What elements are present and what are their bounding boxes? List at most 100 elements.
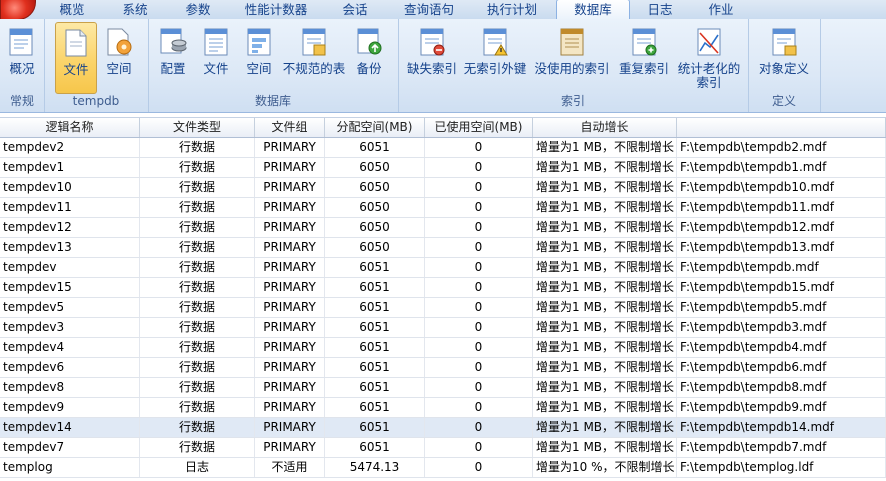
tempdb-files-grid[interactable]: 逻辑名称 文件类型 文件组 分配空间(MB) 已使用空间(MB) 自动增长 te… [0, 117, 886, 478]
cell-filegroup: PRIMARY [255, 198, 325, 217]
column-header-autogrowth[interactable]: 自动增长 [533, 118, 677, 137]
cell-used-mb: 0 [425, 318, 533, 337]
ribbon-tab-strip: 概览 系统 参数 性能计数器 会话 查询语句 执行计划 数据库 日志 作业 [0, 0, 886, 20]
table-row[interactable]: tempdev9 行数据 PRIMARY 6051 0 增量为1 MB，不限制增长 F:\t… [0, 398, 886, 418]
tempdb-space-label: 空间 [106, 61, 132, 76]
column-header-file-type[interactable]: 文件类型 [140, 118, 255, 137]
column-header-used[interactable]: 已使用空间(MB) [425, 118, 533, 137]
cell-autogrowth: 增量为1 MB，不限制增长 [533, 178, 677, 197]
missing-index-icon [420, 28, 445, 56]
cell-filegroup: PRIMARY [255, 158, 325, 177]
cell-filegroup: PRIMARY [255, 298, 325, 317]
cell-file-type: 行数据 [140, 238, 255, 257]
table-row[interactable]: tempdev11 行数据 PRIMARY 6050 0 增量为1 MB，不限制增长 F:\… [0, 198, 886, 218]
column-header-path[interactable] [677, 118, 886, 137]
table-row[interactable]: tempdev14 行数据 PRIMARY 6051 0 增量为1 MB，不限制增长 F:\… [0, 418, 886, 438]
unused-index-button[interactable]: 没使用的索引 [532, 22, 612, 92]
cell-allocated-mb: 6050 [325, 218, 425, 237]
unindexed-fk-label: 无索引外键 [463, 61, 527, 76]
cell-used-mb: 0 [425, 178, 533, 197]
column-header-filegroup[interactable]: 文件组 [255, 118, 325, 137]
db-space-button[interactable]: 空间 [238, 22, 280, 92]
cell-allocated-mb: 6050 [325, 238, 425, 257]
tempdb-file-button[interactable]: 文件 [55, 22, 97, 94]
table-row[interactable]: tempdev2 行数据 PRIMARY 6051 0 增量为1 MB，不限制增长 F:\t… [0, 138, 886, 158]
group-label-database: 数据库 [254, 94, 291, 108]
backup-button[interactable]: 备份 [348, 22, 390, 92]
cell-allocated-mb: 6051 [325, 418, 425, 437]
cell-allocated-mb: 5474.13 [325, 458, 425, 477]
cell-filegroup: PRIMARY [255, 378, 325, 397]
cell-physical-path: F:\tempdb\tempdb9.mdf [677, 398, 886, 417]
db-config-label: 配置 [160, 61, 186, 76]
cell-file-type: 行数据 [140, 418, 255, 437]
missing-index-label: 缺失索引 [406, 61, 457, 76]
table-row[interactable]: tempdev12 行数据 PRIMARY 6050 0 增量为1 MB，不限制增长 F:\… [0, 218, 886, 238]
group-label-index: 索引 [560, 94, 585, 108]
missing-index-button[interactable]: 缺失索引 [404, 22, 460, 92]
overview-button[interactable]: 概况 [2, 22, 42, 92]
cell-logical-name: tempdev6 [0, 358, 140, 377]
tab-perf-counters[interactable]: 性能计数器 [230, 0, 322, 19]
table-row[interactable]: tempdev15 行数据 PRIMARY 6051 0 增量为1 MB，不限制增长 F:\… [0, 278, 886, 298]
object-definition-button[interactable]: 对象定义 [754, 22, 814, 92]
stale-stats-index-button[interactable]: 统计老化的 索引 [676, 22, 742, 92]
cell-used-mb: 0 [425, 138, 533, 157]
cell-used-mb: 0 [425, 338, 533, 357]
table-row[interactable]: tempdev4 行数据 PRIMARY 6051 0 增量为1 MB，不限制增长 F:\t… [0, 338, 886, 358]
tab-overview[interactable]: 概览 [40, 0, 104, 19]
cell-filegroup: PRIMARY [255, 138, 325, 157]
app-menu-button[interactable] [0, 0, 36, 20]
cell-autogrowth: 增量为1 MB，不限制增长 [533, 418, 677, 437]
tab-exec-plan[interactable]: 执行计划 [470, 0, 554, 19]
file-icon [65, 29, 87, 57]
tab-queries[interactable]: 查询语句 [388, 0, 470, 19]
cell-logical-name: tempdev2 [0, 138, 140, 157]
unindexed-fk-button[interactable]: 无索引外键 [462, 22, 528, 92]
overview-icon [9, 28, 33, 56]
cell-used-mb: 0 [425, 218, 533, 237]
cell-autogrowth: 增量为10 %，不限制增长 [533, 458, 677, 477]
db-file-icon [204, 28, 228, 56]
tab-parameters[interactable]: 参数 [166, 0, 230, 19]
tempdb-space-button[interactable]: 空间 [99, 22, 139, 92]
tab-sessions[interactable]: 会话 [322, 0, 388, 19]
column-header-allocated[interactable]: 分配空间(MB) [325, 118, 425, 137]
db-file-button[interactable]: 文件 [195, 22, 237, 92]
tab-logs[interactable]: 日志 [630, 0, 690, 19]
cell-physical-path: F:\tempdb\templog.ldf [677, 458, 886, 477]
column-header-logical-name[interactable]: 逻辑名称 [0, 118, 140, 137]
cell-file-type: 行数据 [140, 358, 255, 377]
tab-jobs[interactable]: 作业 [690, 0, 752, 19]
irregular-table-button[interactable]: 不规范的表 [281, 22, 347, 92]
cell-used-mb: 0 [425, 238, 533, 257]
tab-system[interactable]: 系统 [104, 0, 166, 19]
tab-database[interactable]: 数据库 [556, 0, 630, 20]
table-row[interactable]: tempdev1 行数据 PRIMARY 6050 0 增量为1 MB，不限制增长 F:\t… [0, 158, 886, 178]
table-row[interactable]: tempdev6 行数据 PRIMARY 6051 0 增量为1 MB，不限制增长 F:\t… [0, 358, 886, 378]
table-row[interactable]: templog 日志 不适用 5474.13 0 增量为10 %，不限制增长 F:\temp… [0, 458, 886, 478]
table-row[interactable]: tempdev3 行数据 PRIMARY 6051 0 增量为1 MB，不限制增长 F:\t… [0, 318, 886, 338]
cell-filegroup: PRIMARY [255, 438, 325, 457]
table-row[interactable]: tempdev13 行数据 PRIMARY 6050 0 增量为1 MB，不限制增长 F:\… [0, 238, 886, 258]
table-row[interactable]: tempdev8 行数据 PRIMARY 6051 0 增量为1 MB，不限制增长 F:\t… [0, 378, 886, 398]
duplicate-index-button[interactable]: 重复索引 [614, 22, 674, 92]
cell-file-type: 行数据 [140, 438, 255, 457]
cell-used-mb: 0 [425, 458, 533, 477]
group-label-tempdb: tempdb [72, 94, 120, 108]
cell-file-type: 行数据 [140, 258, 255, 277]
cell-allocated-mb: 6051 [325, 438, 425, 457]
table-row[interactable]: tempdev 行数据 PRIMARY 6051 0 增量为1 MB，不限制增长 F:\te… [0, 258, 886, 278]
irregular-table-icon [302, 28, 326, 56]
ribbon: 概况 常规 文件 空间 tempdb 配置 文件 空间 不规范的表 备份 数据库… [0, 19, 886, 113]
table-row[interactable]: tempdev10 行数据 PRIMARY 6050 0 增量为1 MB，不限制增长 F:\… [0, 178, 886, 198]
cell-allocated-mb: 6051 [325, 338, 425, 357]
cell-allocated-mb: 6050 [325, 178, 425, 197]
db-space-label: 空间 [246, 61, 272, 76]
cell-used-mb: 0 [425, 198, 533, 217]
cell-autogrowth: 增量为1 MB，不限制增长 [533, 138, 677, 157]
db-config-button[interactable]: 配置 [152, 22, 194, 92]
table-row[interactable]: tempdev7 行数据 PRIMARY 6051 0 增量为1 MB，不限制增长 F:\t… [0, 438, 886, 458]
cell-file-type: 行数据 [140, 298, 255, 317]
table-row[interactable]: tempdev5 行数据 PRIMARY 6051 0 增量为1 MB，不限制增长 F:\t… [0, 298, 886, 318]
